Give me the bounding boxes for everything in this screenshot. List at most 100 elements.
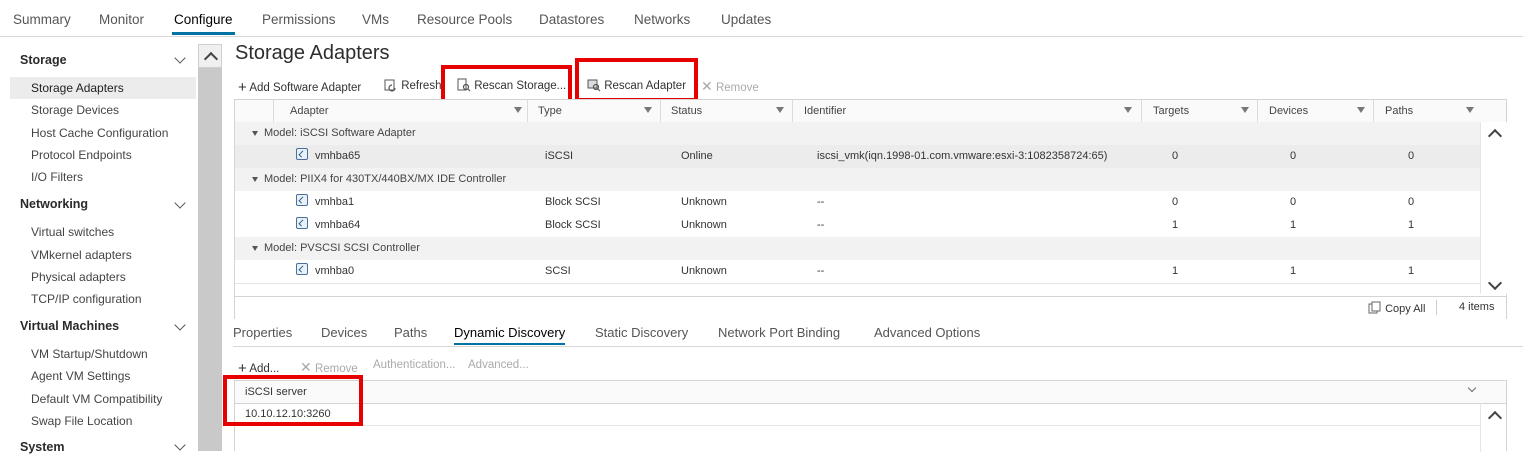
refresh-icon: [384, 79, 396, 92]
group-row[interactable]: Model: iSCSI Software Adapter: [235, 122, 1480, 146]
filter-icon[interactable]: [1357, 107, 1365, 113]
sidebar-section-virtual-machines[interactable]: Virtual Machines: [20, 319, 119, 333]
column-header-status[interactable]: Status: [671, 105, 702, 117]
cell-targets: 0: [1172, 196, 1179, 208]
sidebar-item-io-filters[interactable]: I/O Filters: [31, 170, 83, 184]
tab-datastores[interactable]: Datastores: [539, 12, 604, 27]
chevron-down-icon[interactable]: [174, 197, 186, 209]
refresh-button[interactable]: Refresh: [384, 78, 441, 92]
column-header-adapter[interactable]: Adapter: [290, 105, 329, 117]
plus-icon: +: [238, 360, 247, 377]
cell-identifier: --: [817, 196, 825, 208]
tab-advanced-options[interactable]: Advanced Options: [874, 325, 980, 340]
remove-adapter-button[interactable]: ✕ Remove: [701, 78, 759, 95]
add-target-button[interactable]: + Add...: [238, 359, 279, 377]
tab-resource-pools[interactable]: Resource Pools: [417, 12, 512, 27]
sidebar-scrollbar[interactable]: [198, 44, 222, 451]
cell-paths: 1: [1408, 219, 1415, 231]
remove-target-button[interactable]: ✕ Remove: [300, 359, 358, 376]
rescan-storage-button[interactable]: Rescan Storage...: [457, 78, 566, 92]
scroll-up-button[interactable]: [198, 44, 222, 68]
tab-summary[interactable]: Summary: [13, 12, 71, 27]
sidebar-item-default-vm-compatibility[interactable]: Default VM Compatibility: [31, 392, 162, 406]
table-row[interactable]: vmhba0 SCSI Unknown -- 1 1 1: [235, 260, 1480, 284]
chevron-down-icon[interactable]: [1487, 275, 1503, 291]
chevron-down-icon[interactable]: [1467, 383, 1477, 393]
tab-permissions[interactable]: Permissions: [262, 12, 336, 27]
filter-icon[interactable]: [1466, 107, 1474, 113]
filter-icon[interactable]: [1124, 107, 1132, 113]
filter-icon[interactable]: [514, 107, 522, 113]
tab-dynamic-discovery[interactable]: Dynamic Discovery: [454, 325, 566, 345]
sidebar-item-vm-startup-shutdown[interactable]: VM Startup/Shutdown: [31, 347, 148, 361]
group-row[interactable]: Model: PVSCSI SCSI Controller: [235, 237, 1480, 261]
column-header-devices[interactable]: Devices: [1269, 105, 1308, 117]
group-label: Model: PIIX4 for 430TX/440BX/MX IDE Cont…: [264, 173, 507, 185]
column-header-paths[interactable]: Paths: [1385, 105, 1413, 117]
cell-status: Unknown: [681, 265, 727, 277]
copy-all-button[interactable]: Copy All: [1368, 301, 1425, 315]
table-row[interactable]: vmhba65 iSCSI Online iscsi_vmk(iqn.1998-…: [235, 145, 1480, 169]
filter-icon[interactable]: [1241, 107, 1249, 113]
tab-devices[interactable]: Devices: [321, 325, 367, 340]
sidebar-item-physical-adapters[interactable]: Physical adapters: [31, 270, 126, 284]
rescan-adapter-button[interactable]: Rescan Adapter: [587, 78, 686, 92]
grid-scrollbar[interactable]: [1480, 122, 1507, 294]
sidebar-item-swap-file-location[interactable]: Swap File Location: [31, 414, 132, 428]
group-row[interactable]: Model: PIIX4 for 430TX/440BX/MX IDE Cont…: [235, 168, 1480, 192]
cell-type: SCSI: [545, 265, 571, 277]
collapse-triangle-icon[interactable]: [252, 177, 258, 182]
collapse-triangle-icon[interactable]: [252, 246, 258, 251]
chevron-up-icon[interactable]: [1487, 128, 1503, 144]
filter-icon[interactable]: [776, 107, 784, 113]
advanced-button[interactable]: Advanced...: [468, 359, 529, 371]
add-software-adapter-button[interactable]: + Add Software Adapter: [238, 78, 361, 96]
tab-updates[interactable]: Updates: [721, 12, 771, 27]
column-header-targets[interactable]: Targets: [1153, 105, 1189, 117]
column-separator: [1141, 100, 1142, 122]
rescan-adapter-icon: [587, 79, 601, 92]
tab-network-port-binding[interactable]: Network Port Binding: [718, 325, 840, 340]
sidebar-section-networking[interactable]: Networking: [20, 197, 88, 211]
table-row[interactable]: vmhba1 Block SCSI Unknown -- 0 0 0: [235, 191, 1480, 215]
cell-adapter: vmhba64: [315, 219, 361, 231]
tab-static-discovery[interactable]: Static Discovery: [595, 325, 688, 340]
column-header-identifier[interactable]: Identifier: [804, 105, 846, 117]
sidebar-item-virtual-switches[interactable]: Virtual switches: [31, 225, 114, 239]
chevron-up-icon[interactable]: [1487, 410, 1503, 426]
authentication-button[interactable]: Authentication...: [373, 359, 455, 371]
sidebar-item-agent-vm-settings[interactable]: Agent VM Settings: [31, 369, 130, 383]
sidebar-section-system[interactable]: System: [20, 440, 64, 454]
top-tab-bar: Summary Monitor Configure Permissions VM…: [0, 0, 1523, 37]
column-header-iscsi-server[interactable]: iSCSI server: [245, 386, 307, 398]
tab-properties[interactable]: Properties: [233, 325, 292, 340]
sidebar-item-vmkernel-adapters[interactable]: VMkernel adapters: [31, 248, 132, 262]
chevron-down-icon[interactable]: [174, 52, 186, 64]
tab-networks[interactable]: Networks: [634, 12, 690, 27]
sidebar-item-storage-adapters[interactable]: Storage Adapters: [31, 81, 124, 95]
sidebar-item-protocol-endpoints[interactable]: Protocol Endpoints: [31, 148, 132, 162]
sidebar-section-storage[interactable]: Storage: [20, 53, 67, 67]
tab-configure[interactable]: Configure: [172, 12, 235, 35]
sidebar-item-tcpip-configuration[interactable]: TCP/IP configuration: [31, 292, 142, 306]
sidebar-item-storage-devices[interactable]: Storage Devices: [31, 103, 119, 117]
list-item[interactable]: 10.10.12.10:3260: [235, 403, 1480, 426]
filter-icon[interactable]: [644, 107, 652, 113]
storage-adapter-icon: [296, 148, 308, 160]
table-row[interactable]: vmhba64 Block SCSI Unknown -- 1 1 1: [235, 214, 1480, 238]
column-header-type[interactable]: Type: [538, 105, 562, 117]
plus-icon: +: [238, 79, 247, 96]
cell-status: Unknown: [681, 219, 727, 231]
cell-paths: 0: [1408, 196, 1415, 208]
tab-monitor[interactable]: Monitor: [99, 12, 144, 27]
collapse-triangle-icon[interactable]: [252, 131, 258, 136]
tab-vms[interactable]: VMs: [362, 12, 389, 27]
tab-paths[interactable]: Paths: [394, 325, 427, 340]
cell-type: Block SCSI: [545, 196, 601, 208]
cell-devices: 1: [1290, 265, 1297, 277]
sidebar-item-host-cache[interactable]: Host Cache Configuration: [31, 126, 168, 140]
list-scrollbar[interactable]: [1480, 403, 1507, 452]
chevron-down-icon[interactable]: [174, 319, 186, 331]
group-label: Model: iSCSI Software Adapter: [264, 127, 416, 139]
chevron-down-icon[interactable]: [174, 439, 186, 451]
